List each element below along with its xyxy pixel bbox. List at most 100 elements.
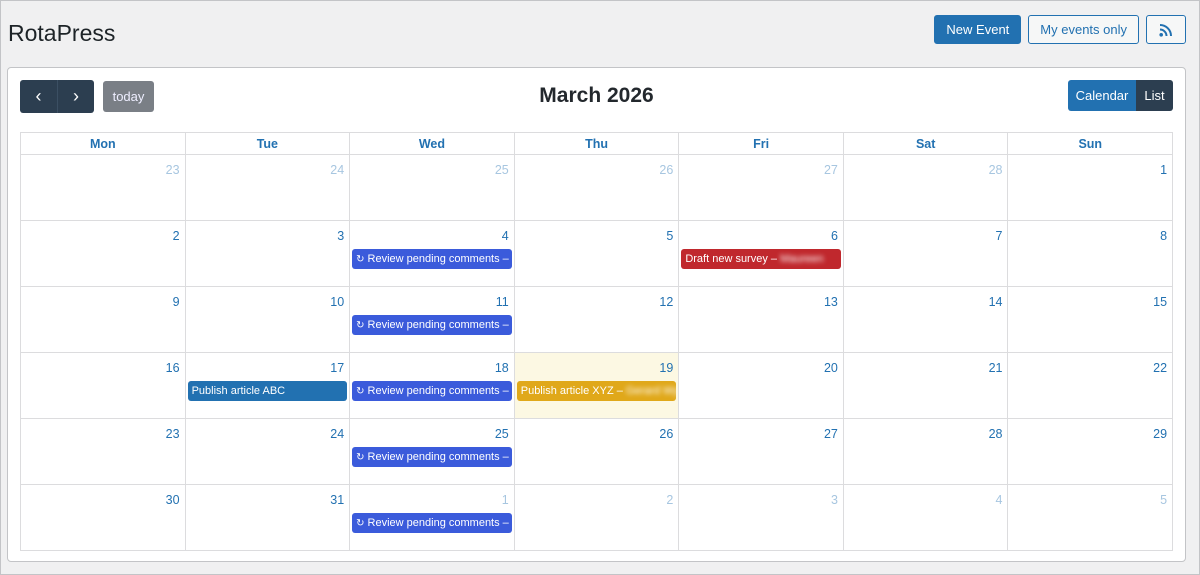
- calendar-event[interactable]: ↻ Review pending comments – L: [352, 381, 512, 401]
- calendar-event[interactable]: Draft new survey – Maureen: [681, 249, 841, 269]
- day-number[interactable]: 17: [330, 361, 344, 375]
- day-number[interactable]: 21: [989, 361, 1003, 375]
- day-cell[interactable]: 20: [678, 353, 843, 418]
- new-event-button[interactable]: New Event: [934, 15, 1022, 44]
- day-number[interactable]: 15: [1153, 295, 1167, 309]
- day-number[interactable]: 10: [330, 295, 344, 309]
- day-cell[interactable]: 15: [1007, 287, 1172, 352]
- day-number[interactable]: 25: [495, 163, 509, 177]
- day-number[interactable]: 16: [166, 361, 180, 375]
- day-number[interactable]: 24: [330, 427, 344, 441]
- day-cell[interactable]: 2: [513, 485, 679, 551]
- day-cell[interactable]: 7: [842, 221, 1008, 286]
- day-cell[interactable]: 6 Draft new survey – Maureen: [678, 221, 843, 286]
- day-cell[interactable]: 1 ↻ Review pending comments – L: [349, 485, 514, 551]
- calendar-event[interactable]: ↻ Review pending comments – L: [352, 447, 512, 467]
- day-cell[interactable]: 27: [678, 419, 843, 484]
- day-number[interactable]: 31: [330, 493, 344, 507]
- day-cell[interactable]: 5: [513, 221, 679, 286]
- day-number[interactable]: 2: [666, 493, 673, 507]
- calendar-event[interactable]: ↻ Review pending comments – L: [352, 315, 512, 335]
- day-number[interactable]: 23: [166, 427, 180, 441]
- day-number[interactable]: 4: [502, 229, 509, 243]
- day-cell[interactable]: 10: [184, 287, 350, 352]
- day-cell[interactable]: 26: [513, 419, 679, 484]
- day-cell[interactable]: 25: [349, 155, 514, 220]
- day-cell[interactable]: 14: [842, 287, 1008, 352]
- day-number[interactable]: 28: [989, 427, 1003, 441]
- day-number[interactable]: 12: [659, 295, 673, 309]
- day-cell[interactable]: 2: [21, 221, 185, 286]
- day-cell[interactable]: 28: [842, 419, 1008, 484]
- day-number[interactable]: 14: [989, 295, 1003, 309]
- day-number[interactable]: 25: [495, 427, 509, 441]
- day-number[interactable]: 7: [996, 229, 1003, 243]
- day-number[interactable]: 26: [659, 427, 673, 441]
- day-cell[interactable]: 18 ↻ Review pending comments – L: [349, 353, 514, 418]
- day-number[interactable]: 1: [502, 493, 509, 507]
- day-number[interactable]: 13: [824, 295, 838, 309]
- day-number[interactable]: 3: [831, 493, 838, 507]
- day-number[interactable]: 18: [495, 361, 509, 375]
- day-number[interactable]: 5: [666, 229, 673, 243]
- day-cell[interactable]: 3: [678, 485, 843, 551]
- day-number[interactable]: 27: [824, 427, 838, 441]
- day-cell[interactable]: 24: [184, 155, 350, 220]
- day-number[interactable]: 24: [330, 163, 344, 177]
- day-number[interactable]: 5: [1160, 493, 1167, 507]
- calendar-event[interactable]: Publish article ABC: [187, 381, 348, 401]
- day-number[interactable]: 27: [824, 163, 838, 177]
- day-cell[interactable]: 22: [1007, 353, 1172, 418]
- day-cell[interactable]: 23: [21, 419, 185, 484]
- calendar-event[interactable]: ↻ Review pending comments – L: [352, 249, 512, 269]
- day-cell[interactable]: 28: [842, 155, 1008, 220]
- calendar-event[interactable]: ↻ Review pending comments – L: [352, 513, 512, 533]
- day-cell[interactable]: 27: [678, 155, 843, 220]
- list-view-button[interactable]: List: [1136, 80, 1173, 111]
- day-cell[interactable]: 25 ↻ Review pending comments – L: [349, 419, 514, 484]
- day-cell[interactable]: 21: [842, 353, 1008, 418]
- day-number[interactable]: 6: [831, 229, 838, 243]
- day-cell[interactable]: 31: [184, 485, 350, 551]
- day-number[interactable]: 29: [1153, 427, 1167, 441]
- day-number[interactable]: 8: [1160, 229, 1167, 243]
- day-number[interactable]: 26: [659, 163, 673, 177]
- day-cell[interactable]: 3: [184, 221, 350, 286]
- day-number[interactable]: 3: [337, 229, 344, 243]
- day-number[interactable]: 28: [989, 163, 1003, 177]
- day-number[interactable]: 4: [996, 493, 1003, 507]
- day-cell[interactable]: 24: [184, 419, 350, 484]
- week-row: 16 17 Publish article ABC 18 ↻ Review pending…: [21, 353, 1172, 419]
- day-cell[interactable]: 13: [678, 287, 843, 352]
- day-number[interactable]: 30: [166, 493, 180, 507]
- day-cell[interactable]: 16: [21, 353, 185, 418]
- rss-feed-button[interactable]: [1146, 15, 1186, 44]
- day-cell[interactable]: 9: [21, 287, 185, 352]
- calendar-event[interactable]: Publish article XYZ – Gerard Wyn: [516, 381, 677, 401]
- day-number[interactable]: 23: [166, 163, 180, 177]
- day-cell[interactable]: 23: [21, 155, 185, 220]
- day-cell[interactable]: 17 Publish article ABC: [184, 353, 350, 418]
- day-cell[interactable]: 12: [513, 287, 679, 352]
- day-number[interactable]: 1: [1160, 163, 1167, 177]
- calendar-toolbar: ‹ › today March 2026 Calendar List: [8, 68, 1185, 128]
- day-number[interactable]: 20: [824, 361, 838, 375]
- day-cell[interactable]: 5: [1007, 485, 1172, 551]
- day-cell[interactable]: 1: [1007, 155, 1172, 220]
- day-cell[interactable]: 11 ↻ Review pending comments – L: [349, 287, 514, 352]
- day-cell[interactable]: 4: [842, 485, 1008, 551]
- day-number[interactable]: 19: [659, 361, 673, 375]
- day-cell-today[interactable]: 19 Publish article XYZ – Gerard Wyn: [513, 353, 679, 418]
- calendar-view-button[interactable]: Calendar: [1068, 80, 1136, 111]
- day-number[interactable]: 9: [173, 295, 180, 309]
- my-events-only-button[interactable]: My events only: [1028, 15, 1139, 44]
- event-label: Review pending comments – L: [367, 517, 512, 529]
- day-cell[interactable]: 4 ↻ Review pending comments – L: [349, 221, 514, 286]
- day-number[interactable]: 22: [1153, 361, 1167, 375]
- day-cell[interactable]: 30: [21, 485, 185, 551]
- day-number[interactable]: 11: [496, 295, 509, 309]
- day-cell[interactable]: 26: [513, 155, 679, 220]
- day-cell[interactable]: 8: [1007, 221, 1172, 286]
- day-number[interactable]: 2: [173, 229, 180, 243]
- day-cell[interactable]: 29: [1007, 419, 1172, 484]
